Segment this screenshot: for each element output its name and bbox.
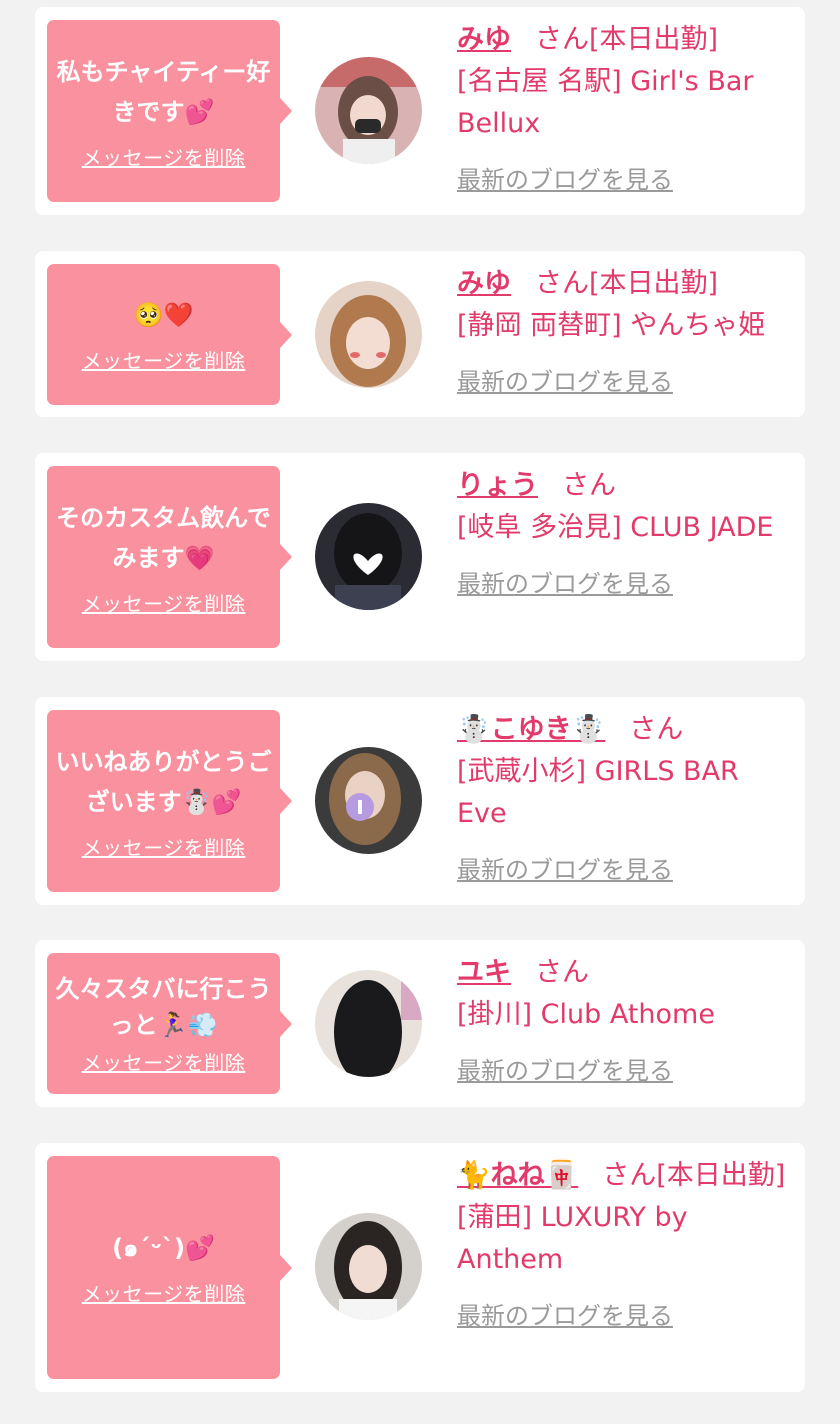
shop-name: [静岡 両替町] やんちゃ姫 — [457, 310, 766, 341]
honorific: さん — [602, 1160, 657, 1191]
delete-message-link[interactable]: メッセージを削除 — [82, 142, 246, 171]
latest-blog-link[interactable]: 最新のブログを見る — [457, 849, 787, 891]
shop-name: [岐阜 多治見] CLUB JADE — [457, 512, 774, 543]
delete-message-link[interactable]: メッセージを削除 — [82, 1047, 246, 1076]
message-card: 久々スタバに行こうっと🏃‍♀️💨 メッセージを削除 ユキ さん [掛川] Club… — [35, 940, 805, 1107]
cast-name-link[interactable]: みゆ — [457, 268, 511, 299]
shop-name: [武蔵小杉] GIRLS BAR Eve — [457, 756, 739, 829]
message-bubble: 私もチャイティー好きです💕 メッセージを削除 — [47, 20, 292, 202]
message-text: 私もチャイティー好きです💕 — [56, 57, 271, 126]
name-line: 🐈ねね🀄 さん[本日出勤] — [457, 1155, 787, 1197]
shop-name: [蒲田] LUXURY by Anthem — [457, 1202, 688, 1275]
attendance-status: [本日出勤] — [656, 1160, 786, 1191]
avatar-photo-icon — [315, 970, 422, 1077]
cast-info: ユキ さん [掛川] Club Athome 最新のブログを見る — [457, 952, 787, 1092]
avatar[interactable] — [315, 57, 422, 164]
avatar-photo-icon — [315, 281, 422, 388]
message-bubble: いいねありがとうございます☃️💕 メッセージを削除 — [47, 710, 292, 892]
honorific: さん — [535, 957, 589, 988]
latest-blog-link[interactable]: 最新のブログを見る — [457, 361, 787, 403]
latest-blog-link[interactable]: 最新のブログを見る — [457, 159, 787, 201]
attendance-status: [本日出勤] — [589, 24, 719, 55]
name-line: みゆ さん[本日出勤] — [457, 19, 787, 61]
message-card: 私もチャイティー好きです💕 メッセージを削除 みゆ さん[本日出勤] [名古屋 名… — [35, 7, 805, 215]
cast-name-link[interactable]: ☃️こゆき☃️ — [457, 714, 605, 745]
latest-blog-link[interactable]: 最新のブログを見る — [457, 563, 787, 605]
honorific: さん — [629, 714, 684, 745]
message-card: いいねありがとうございます☃️💕 メッセージを削除 ☃️こゆき☃️ さん [武蔵小… — [35, 697, 805, 905]
honorific: さん — [535, 24, 589, 55]
avatar-photo-icon — [315, 747, 422, 854]
name-line: りょう さん — [457, 465, 787, 507]
delete-message-link[interactable]: メッセージを削除 — [82, 588, 246, 617]
avatar-photo-icon — [315, 57, 422, 164]
delete-message-link[interactable]: メッセージを削除 — [82, 1278, 246, 1307]
avatar[interactable] — [315, 281, 422, 388]
message-card: 🥺❤️ メッセージを削除 みゆ さん[本日出勤] [静岡 両替町] やんちゃ姫 最… — [35, 251, 805, 417]
message-bubble: 久々スタバに行こうっと🏃‍♀️💨 メッセージを削除 — [47, 953, 292, 1094]
message-bubble: そのカスタム飲んでみます💗 メッセージを削除 — [47, 466, 292, 648]
cast-name-link[interactable]: みゆ — [457, 24, 511, 55]
cast-name-link[interactable]: りょう — [457, 470, 538, 501]
cast-name-link[interactable]: ユキ — [457, 957, 511, 988]
message-text: (๑´ᵕ`)💕 — [112, 1234, 215, 1262]
avatar[interactable] — [315, 1213, 422, 1320]
shop-name: [名古屋 名駅] Girl's Bar Bellux — [457, 66, 754, 139]
message-text: そのカスタム飲んでみます💗 — [56, 503, 271, 572]
latest-blog-link[interactable]: 最新のブログを見る — [457, 1295, 787, 1337]
attendance-status: [本日出勤] — [589, 268, 719, 299]
cast-info: ☃️こゆき☃️ さん [武蔵小杉] GIRLS BAR Eve 最新のブログを見る — [457, 709, 787, 891]
delete-message-link[interactable]: メッセージを削除 — [82, 345, 246, 374]
message-bubble: (๑´ᵕ`)💕 メッセージを削除 — [47, 1156, 292, 1379]
name-line: みゆ さん[本日出勤] — [457, 263, 787, 305]
message-text: いいねありがとうございます☃️💕 — [55, 747, 272, 816]
honorific: さん — [535, 268, 589, 299]
name-line: ☃️こゆき☃️ さん — [457, 709, 787, 751]
avatar[interactable] — [315, 503, 422, 610]
delete-message-link[interactable]: メッセージを削除 — [82, 832, 246, 861]
message-text: 🥺❤️ — [133, 301, 194, 329]
message-card: そのカスタム飲んでみます💗 メッセージを削除 りょう さん [岐阜 多治見] CL… — [35, 453, 805, 661]
honorific: さん — [562, 470, 616, 501]
latest-blog-link[interactable]: 最新のブログを見る — [457, 1050, 787, 1092]
message-bubble: 🥺❤️ メッセージを削除 — [47, 264, 292, 405]
cast-info: 🐈ねね🀄 さん[本日出勤] [蒲田] LUXURY by Anthem 最新のブロ… — [457, 1155, 787, 1337]
cast-info: みゆ さん[本日出勤] [名古屋 名駅] Girl's Bar Bellux 最新… — [457, 19, 787, 201]
message-card: (๑´ᵕ`)💕 メッセージを削除 🐈ねね🀄 さん[本日出勤] [蒲田] LUXUR… — [35, 1143, 805, 1392]
cast-name-link[interactable]: 🐈ねね🀄 — [457, 1160, 578, 1191]
cast-info: みゆ さん[本日出勤] [静岡 両替町] やんちゃ姫 最新のブログを見る — [457, 263, 787, 403]
avatar[interactable] — [315, 747, 422, 854]
message-text: 久々スタバに行こうっと🏃‍♀️💨 — [55, 975, 272, 1039]
avatar-photo-icon — [315, 503, 422, 610]
cast-info: りょう さん [岐阜 多治見] CLUB JADE 最新のブログを見る — [457, 465, 787, 605]
shop-name: [掛川] Club Athome — [457, 999, 715, 1030]
avatar[interactable] — [315, 970, 422, 1077]
avatar-photo-icon — [315, 1213, 422, 1320]
name-line: ユキ さん — [457, 952, 787, 994]
